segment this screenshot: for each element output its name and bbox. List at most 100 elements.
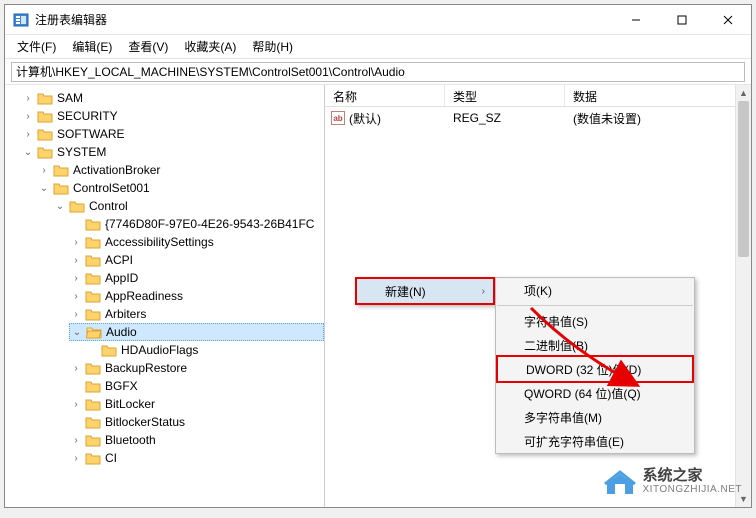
scroll-up-icon[interactable]: ▲: [736, 85, 751, 101]
titlebar: 注册表编辑器: [5, 5, 751, 35]
content: ›SAM ›SECURITY ›SOFTWARE ⌄SYSTEM ›Activa…: [5, 85, 751, 507]
folder-icon: [69, 199, 85, 213]
chevron-right-icon[interactable]: ›: [69, 453, 83, 464]
folder-icon: [85, 415, 101, 429]
chevron-right-icon[interactable]: ›: [69, 309, 83, 320]
chevron-right-icon[interactable]: ›: [69, 435, 83, 446]
chevron-right-icon[interactable]: ›: [69, 255, 83, 266]
scroll-thumb[interactable]: [738, 101, 749, 257]
chevron-right-icon[interactable]: ›: [37, 165, 51, 176]
folder-icon: [85, 451, 101, 465]
menu-file[interactable]: 文件(F): [9, 36, 64, 57]
maximize-button[interactable]: [659, 5, 705, 34]
tree-node-controlset001[interactable]: ⌄ControlSet001: [37, 179, 324, 197]
context-submenu-new: 项(K) 字符串值(S) 二进制值(B) DWORD (32 位)值(D) QW…: [495, 277, 695, 454]
tree-node-security[interactable]: ›SECURITY: [21, 107, 324, 125]
ctx-new[interactable]: 新建(N)›: [357, 279, 493, 303]
col-data[interactable]: 数据: [565, 85, 751, 106]
tree-node-activationbroker[interactable]: ›ActivationBroker: [37, 161, 324, 179]
folder-open-icon: [86, 325, 102, 339]
tree-node-bluetooth[interactable]: ›Bluetooth: [69, 431, 324, 449]
scroll-track[interactable]: [736, 101, 751, 491]
folder-icon: [85, 271, 101, 285]
folder-icon: [85, 361, 101, 375]
folder-icon: [53, 181, 69, 195]
tree-node-control[interactable]: ⌄Control: [53, 197, 324, 215]
folder-icon: [53, 163, 69, 177]
value-list-pane: 名称 类型 数据 ab(默认) REG_SZ (数值未设置) 新建(N)› 项(…: [325, 85, 751, 507]
ctx-string[interactable]: 字符串值(S): [496, 309, 694, 333]
chevron-down-icon[interactable]: ⌄: [53, 201, 67, 212]
vertical-scrollbar[interactable]: ▲ ▼: [735, 85, 751, 507]
ctx-dword[interactable]: DWORD (32 位)值(D): [496, 355, 694, 383]
folder-icon: [37, 109, 53, 123]
folder-icon: [85, 397, 101, 411]
submenu-arrow-icon: ›: [482, 286, 485, 297]
watermark-logo-icon: [603, 466, 637, 496]
folder-icon: [85, 307, 101, 321]
chevron-right-icon[interactable]: ›: [69, 363, 83, 374]
tree-node-bgfx[interactable]: BGFX: [69, 377, 324, 395]
close-button[interactable]: [705, 5, 751, 34]
chevron-right-icon[interactable]: ›: [69, 237, 83, 248]
chevron-right-icon[interactable]: ›: [69, 291, 83, 302]
list-body[interactable]: ab(默认) REG_SZ (数值未设置) 新建(N)› 项(K) 字符串值(S…: [325, 107, 751, 507]
chevron-right-icon[interactable]: ›: [21, 111, 35, 122]
chevron-down-icon[interactable]: ⌄: [70, 327, 84, 338]
tree-node-acpi[interactable]: ›ACPI: [69, 251, 324, 269]
ctx-expand[interactable]: 可扩充字符串值(E): [496, 429, 694, 453]
tree-pane[interactable]: ›SAM ›SECURITY ›SOFTWARE ⌄SYSTEM ›Activa…: [5, 85, 325, 507]
col-type[interactable]: 类型: [445, 85, 565, 106]
address-bar: [5, 59, 751, 85]
tree-node-backuprestore[interactable]: ›BackupRestore: [69, 359, 324, 377]
watermark-name: 系统之家: [643, 467, 743, 484]
ctx-multi[interactable]: 多字符串值(M): [496, 405, 694, 429]
address-input[interactable]: [11, 62, 745, 82]
chevron-right-icon[interactable]: ›: [69, 399, 83, 410]
ctx-qword[interactable]: QWORD (64 位)值(Q): [496, 381, 694, 405]
folder-icon: [37, 91, 53, 105]
tree-node-accessibility[interactable]: ›AccessibilitySettings: [69, 233, 324, 251]
value-type: REG_SZ: [445, 111, 565, 125]
string-value-icon: ab: [331, 111, 345, 125]
value-data: (数值未设置): [565, 110, 751, 127]
context-menu-new: 新建(N)›: [355, 277, 495, 305]
app-icon: [13, 12, 29, 28]
ctx-binary[interactable]: 二进制值(B): [496, 333, 694, 357]
menu-favorites[interactable]: 收藏夹(A): [176, 36, 244, 57]
folder-icon: [85, 253, 101, 267]
tree-node-audio[interactable]: ⌄Audio: [69, 323, 324, 341]
menu-edit[interactable]: 编辑(E): [64, 36, 120, 57]
chevron-right-icon[interactable]: ›: [69, 273, 83, 284]
list-header: 名称 类型 数据: [325, 85, 751, 107]
chevron-down-icon[interactable]: ⌄: [21, 147, 35, 158]
tree-node-arbiters[interactable]: ›Arbiters: [69, 305, 324, 323]
list-row[interactable]: ab(默认) REG_SZ (数值未设置): [325, 109, 751, 127]
chevron-right-icon[interactable]: ›: [21, 129, 35, 140]
watermark-url: XITONGZHIJIA.NET: [643, 484, 743, 496]
registry-editor-window: 注册表编辑器 文件(F) 编辑(E) 查看(V) 收藏夹(A) 帮助(H) ›S…: [4, 4, 752, 508]
tree-node-hdaudioflags[interactable]: HDAudioFlags: [85, 341, 324, 359]
folder-icon: [85, 379, 101, 393]
tree-node-ci[interactable]: ›CI: [69, 449, 324, 467]
minimize-button[interactable]: [613, 5, 659, 34]
folder-icon: [85, 235, 101, 249]
tree-node-appid[interactable]: ›AppID: [69, 269, 324, 287]
folder-icon: [85, 217, 101, 231]
folder-icon: [101, 343, 117, 357]
tree-node-sam[interactable]: ›SAM: [21, 89, 324, 107]
tree-node-software[interactable]: ›SOFTWARE: [21, 125, 324, 143]
menu-help[interactable]: 帮助(H): [244, 36, 301, 57]
separator: [497, 305, 693, 306]
menu-view[interactable]: 查看(V): [120, 36, 176, 57]
col-name[interactable]: 名称: [325, 85, 445, 106]
chevron-right-icon[interactable]: ›: [21, 93, 35, 104]
ctx-key[interactable]: 项(K): [496, 278, 694, 302]
chevron-down-icon[interactable]: ⌄: [37, 183, 51, 194]
tree-node-guid[interactable]: {7746D80F-97E0-4E26-9543-26B41FC: [69, 215, 324, 233]
menubar: 文件(F) 编辑(E) 查看(V) 收藏夹(A) 帮助(H): [5, 35, 751, 59]
tree-node-appreadiness[interactable]: ›AppReadiness: [69, 287, 324, 305]
tree-node-bitlocker[interactable]: ›BitLocker: [69, 395, 324, 413]
tree-node-system[interactable]: ⌄SYSTEM: [21, 143, 324, 161]
tree-node-bitlockerstatus[interactable]: BitlockerStatus: [69, 413, 324, 431]
